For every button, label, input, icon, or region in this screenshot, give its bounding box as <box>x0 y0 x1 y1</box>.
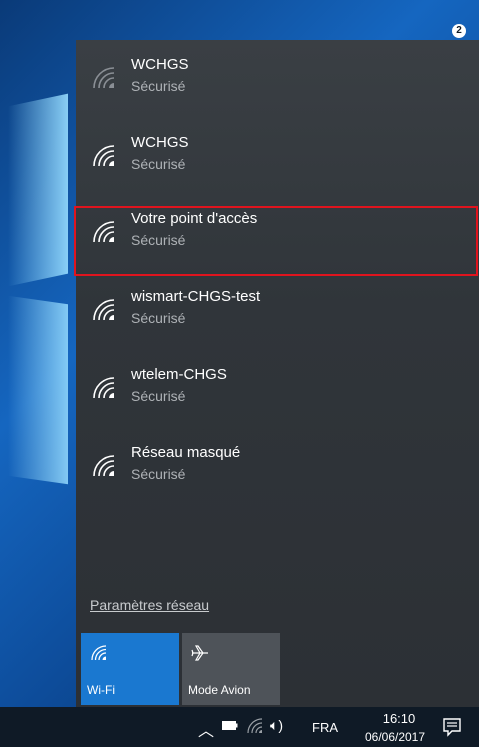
network-status: Sécurisé <box>131 156 186 172</box>
network-item-wchgs-2[interactable]: WCHGS Sécurisé <box>76 122 479 198</box>
taskbar: ︿ 🔈︎) FRA 16:10 06/06/2017 <box>0 707 479 747</box>
battery-icon[interactable] <box>222 721 238 730</box>
clock-time[interactable]: 16:10 <box>369 711 429 726</box>
wifi-toggle-tile[interactable]: Wi-Fi <box>81 633 179 705</box>
network-item-hidden[interactable]: Réseau masqué Sécurisé <box>76 432 479 508</box>
notification-count-badge: 2 <box>452 24 466 38</box>
network-status: Sécurisé <box>131 310 186 326</box>
network-name: Réseau masqué <box>131 444 241 461</box>
network-tray-icon[interactable] <box>246 717 264 735</box>
network-settings-link[interactable]: Paramètres réseau <box>90 597 209 613</box>
clock-date[interactable]: 06/06/2017 <box>355 730 435 744</box>
action-center-icon[interactable] <box>440 715 464 739</box>
network-name: wtelem-CHGS <box>131 366 227 383</box>
network-name: WCHGS <box>131 56 189 73</box>
selected-network-highlight <box>74 206 478 276</box>
wifi-icon <box>91 645 107 661</box>
wifi-strong-icon <box>93 377 115 399</box>
airplane-mode-tile[interactable]: Mode Avion <box>182 633 280 705</box>
wifi-tile-label: Wi-Fi <box>87 683 115 697</box>
volume-icon[interactable]: 🔈︎) <box>270 717 283 734</box>
network-status: Sécurisé <box>131 388 186 404</box>
airplane-tile-label: Mode Avion <box>188 683 251 697</box>
network-name: WCHGS <box>131 134 189 151</box>
network-status: Sécurisé <box>131 78 186 94</box>
network-status: Sécurisé <box>131 466 186 482</box>
wifi-weak-icon <box>93 67 115 89</box>
wifi-strong-icon <box>93 455 115 477</box>
wifi-strong-icon <box>93 145 115 167</box>
show-hidden-icons-chevron-icon[interactable]: ︿ <box>198 717 214 741</box>
airplane-icon <box>191 645 208 661</box>
windows-logo-pane-lower <box>8 295 68 485</box>
network-name: wismart-CHGS-test <box>131 288 261 305</box>
network-item-wismart[interactable]: wismart-CHGS-test Sécurisé <box>76 276 479 352</box>
input-language-indicator[interactable]: FRA <box>312 720 338 735</box>
network-item-wchgs-1[interactable]: WCHGS Sécurisé <box>76 44 479 120</box>
windows-logo-pane-upper <box>8 93 68 287</box>
wifi-strong-icon <box>93 299 115 321</box>
network-item-wtelem[interactable]: wtelem-CHGS Sécurisé <box>76 354 479 430</box>
